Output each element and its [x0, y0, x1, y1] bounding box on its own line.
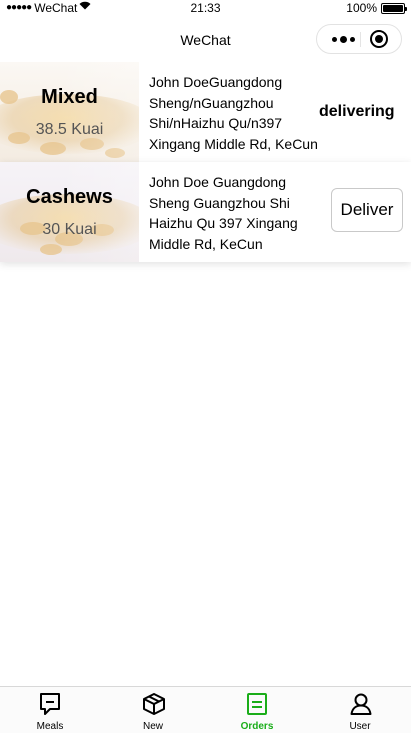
close-circle-icon[interactable] [370, 30, 388, 48]
product-image: Cashews 30 Kuai [0, 162, 139, 262]
tab-user[interactable]: User [310, 687, 410, 734]
tab-label: Orders [240, 721, 274, 732]
navigation-bar: WeChat [0, 16, 411, 62]
status-right: 100% [346, 0, 407, 16]
product-name: Cashews [26, 186, 113, 208]
product-price: 30 Kuai [42, 221, 97, 238]
tab-orders[interactable]: Orders [207, 687, 307, 734]
order-item[interactable]: Cashews 30 Kuai John Doe Guangdong Sheng… [0, 162, 411, 262]
tab-label: User [349, 721, 371, 732]
tab-meals[interactable]: Meals [0, 687, 100, 734]
tab-new[interactable]: New [103, 687, 203, 734]
status-bar: ●●●●● WeChat 21:33 100% [0, 0, 411, 16]
more-icon[interactable] [328, 25, 358, 53]
deliver-button[interactable]: Deliver [331, 188, 403, 232]
product-name: Mixed [41, 86, 98, 108]
list-icon [247, 693, 267, 715]
battery-percent: 100% [346, 1, 377, 15]
delivery-address: John Doe Guangdong Sheng Guangzhou Shi H… [149, 174, 298, 252]
delivery-address: John DoeGuangdong Sheng/nGuangzhou Shi/n… [149, 74, 318, 152]
user-icon [350, 693, 372, 715]
capsule-divider [360, 32, 361, 47]
box-icon [143, 693, 165, 715]
chat-box-icon [40, 693, 60, 715]
tab-bar: Meals New Orders User [0, 686, 411, 733]
mini-program-capsule [316, 24, 402, 54]
order-status: delivering [319, 103, 395, 120]
product-price: 38.5 Kuai [35, 121, 104, 138]
tab-label: Meals [36, 721, 64, 732]
product-image: Mixed 38.5 Kuai [0, 62, 139, 162]
tab-label: New [142, 721, 163, 732]
battery-icon [381, 2, 407, 14]
order-item[interactable]: Mixed 38.5 Kuai John DoeGuangdong Sheng/… [0, 62, 411, 162]
